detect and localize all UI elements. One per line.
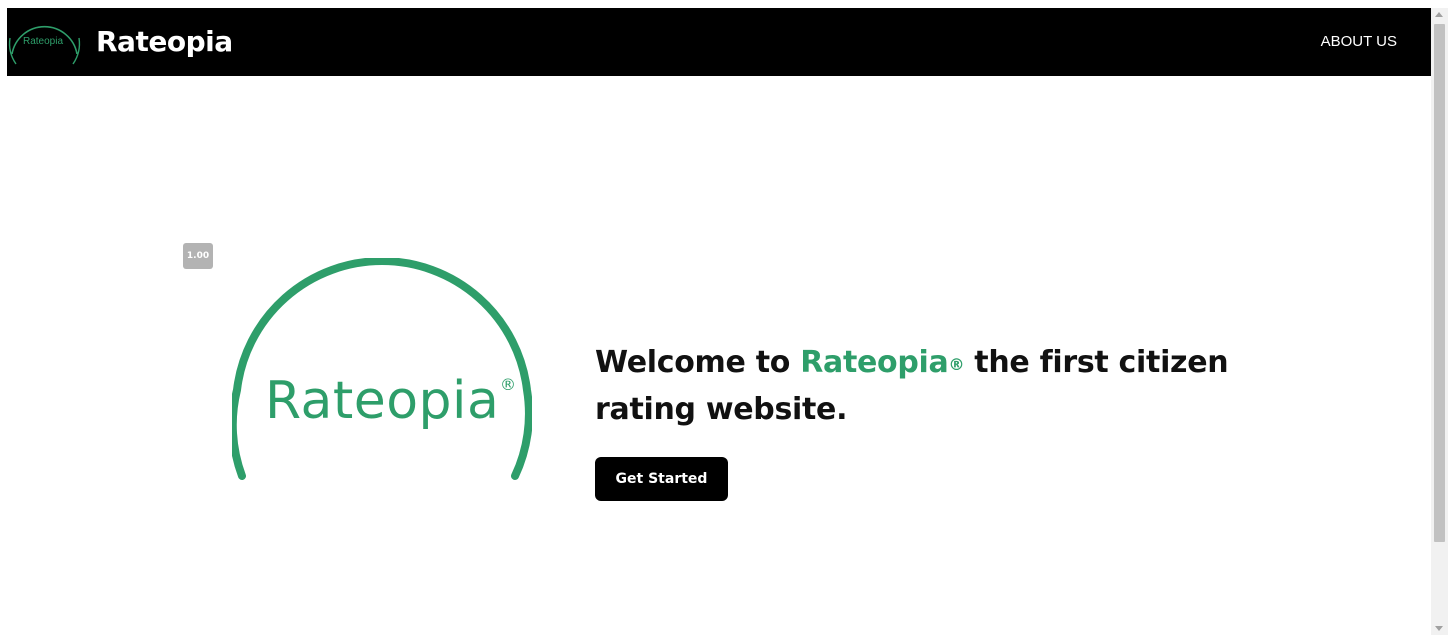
headline-registered-mark: ® (948, 355, 965, 374)
nav-logo[interactable]: Rateopia (7, 8, 85, 76)
headline-brand: Rateopia (800, 345, 949, 380)
headline-prefix: Welcome to (595, 345, 801, 380)
get-started-button[interactable]: Get Started (595, 457, 728, 501)
version-badge: 1.00 (183, 243, 213, 269)
hero-headline: Welcome to Rateopia® the first citizen r… (595, 339, 1255, 433)
vertical-scrollbar[interactable] (1431, 8, 1448, 635)
nav-logo-text: Rateopia (23, 36, 63, 47)
registered-mark: ® (500, 375, 516, 394)
scrollbar-thumb[interactable] (1434, 24, 1445, 542)
scroll-down-arrow-icon[interactable] (1435, 626, 1443, 631)
top-navbar: Rateopia Rateopia ABOUT US (7, 8, 1431, 76)
page: Rateopia Rateopia ABOUT US 1.00 Rateopia… (0, 0, 1448, 635)
scroll-up-arrow-icon[interactable] (1435, 12, 1443, 17)
about-us-link[interactable]: ABOUT US (1321, 32, 1397, 52)
hero-logo: Rateopia ® (232, 258, 532, 480)
logo-arc (232, 258, 532, 480)
hero-logo-text: Rateopia (265, 371, 499, 431)
nav-brand-title[interactable]: Rateopia (96, 22, 233, 62)
